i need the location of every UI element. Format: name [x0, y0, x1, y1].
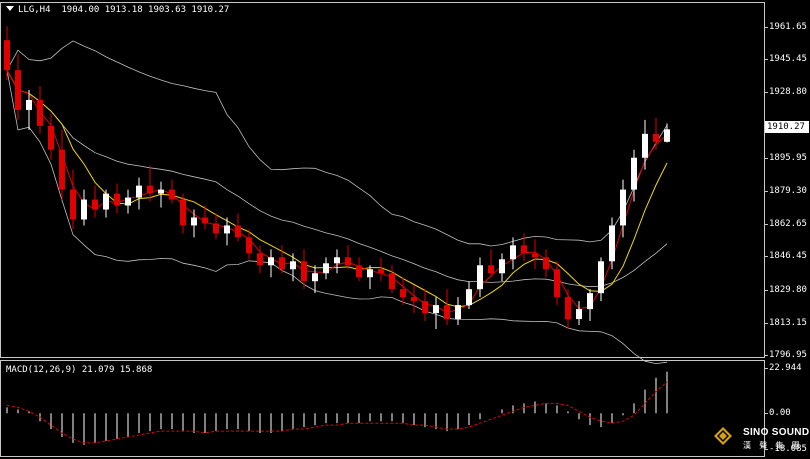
candle-body [92, 199, 98, 210]
candle-body [202, 217, 208, 224]
price-tick-label: 1862.65 [765, 219, 807, 230]
candle-body [642, 133, 648, 158]
price-tick-label: 1813.15 [765, 317, 807, 328]
candle-body [598, 261, 604, 294]
candle-body [466, 289, 472, 306]
candle-body [136, 185, 142, 198]
candle-body [499, 259, 505, 274]
candle-body [422, 301, 428, 314]
price-tick-label: 1945.45 [765, 54, 807, 65]
logo-subtitle: 漢 聲 集 團 [743, 441, 803, 450]
candle-body [235, 225, 241, 238]
macd-tick-label: 0.00 [765, 408, 791, 419]
candle-body [312, 273, 318, 282]
candle-body [290, 261, 296, 270]
candle-body [367, 269, 373, 278]
diamond-logo-icon [714, 427, 732, 445]
candle-body [180, 199, 186, 226]
candle-body [521, 245, 527, 254]
candle-body [510, 245, 516, 260]
candle-body [81, 199, 87, 220]
price-tick-label: 1961.65 [765, 22, 807, 32]
candle-body [114, 193, 120, 206]
candle-body [59, 149, 65, 190]
candle-body [609, 225, 615, 262]
candle-body [268, 257, 274, 266]
candle-body [587, 293, 593, 310]
price-tick-label: 1895.95 [765, 152, 807, 163]
ohlc-readout: 1904.00 1913.18 1903.63 1910.27 [61, 5, 230, 15]
candle-body [125, 197, 131, 206]
candle-body [224, 225, 230, 234]
candle-body [37, 99, 43, 126]
candle-body [191, 217, 197, 226]
candle-body [488, 265, 494, 274]
price-tick-label: 1829.80 [765, 284, 807, 295]
candle-body [532, 253, 538, 258]
candle-body [257, 253, 263, 266]
candle-body [620, 189, 626, 226]
candle-body [631, 157, 637, 190]
candle-body [653, 133, 659, 142]
candle-body [103, 193, 109, 210]
candle-body [147, 185, 153, 194]
chart-canvas [4, 26, 670, 445]
candle-body [444, 305, 450, 320]
candle-body [565, 297, 571, 320]
candle-body [455, 305, 461, 320]
price-axis[interactable]: 1961.651945.451928.801912.151895.951879.… [765, 2, 810, 360]
candle-body [378, 269, 384, 274]
price-tick-label: 1928.80 [765, 87, 807, 98]
candle-body [279, 257, 285, 270]
price-tick-label: 1796.95 [765, 350, 807, 360]
candle-body [15, 70, 21, 110]
current-price-badge: 1910.27 [765, 121, 809, 133]
candle-body [26, 99, 32, 110]
candle-body [345, 257, 351, 266]
macd-tick-label: 22.944 [765, 363, 802, 373]
candle-body [169, 189, 175, 200]
logo-name: SINO SOUND [743, 427, 810, 438]
candle-body [301, 261, 307, 282]
chart-header: LLG,H4 1904.00 1913.18 1903.63 1910.27 [6, 5, 229, 15]
candle-body [213, 223, 219, 234]
price-tick-label: 1846.45 [765, 251, 807, 262]
candle-body [246, 237, 252, 254]
candle-body [477, 265, 483, 290]
candle-body [576, 309, 582, 320]
candle-body [323, 263, 329, 274]
trading-terminal: LLG,H4 1904.00 1913.18 1903.63 1910.27 M… [0, 0, 810, 459]
symbol-timeframe: LLG,H4 [18, 5, 51, 15]
candle-body [334, 257, 340, 264]
dropdown-triangle-icon[interactable] [6, 6, 14, 11]
candle-body [543, 257, 549, 270]
price-tick-label: 1879.30 [765, 186, 807, 196]
candle-body [356, 265, 362, 278]
candle-body [158, 189, 164, 194]
candle-body [48, 125, 54, 150]
candle-body [70, 189, 76, 220]
candle-body [400, 289, 406, 298]
candle-body [411, 297, 417, 302]
sino-sound-logo: SINO SOUND 漢 聲 集 團 [708, 424, 810, 456]
candle-body [389, 273, 395, 290]
candle-body [554, 269, 560, 298]
candle-body [4, 40, 10, 71]
candle-body [433, 305, 439, 314]
macd-label: MACD(12,26,9) 21.079 15.868 [6, 365, 153, 375]
candle-body [664, 129, 670, 142]
